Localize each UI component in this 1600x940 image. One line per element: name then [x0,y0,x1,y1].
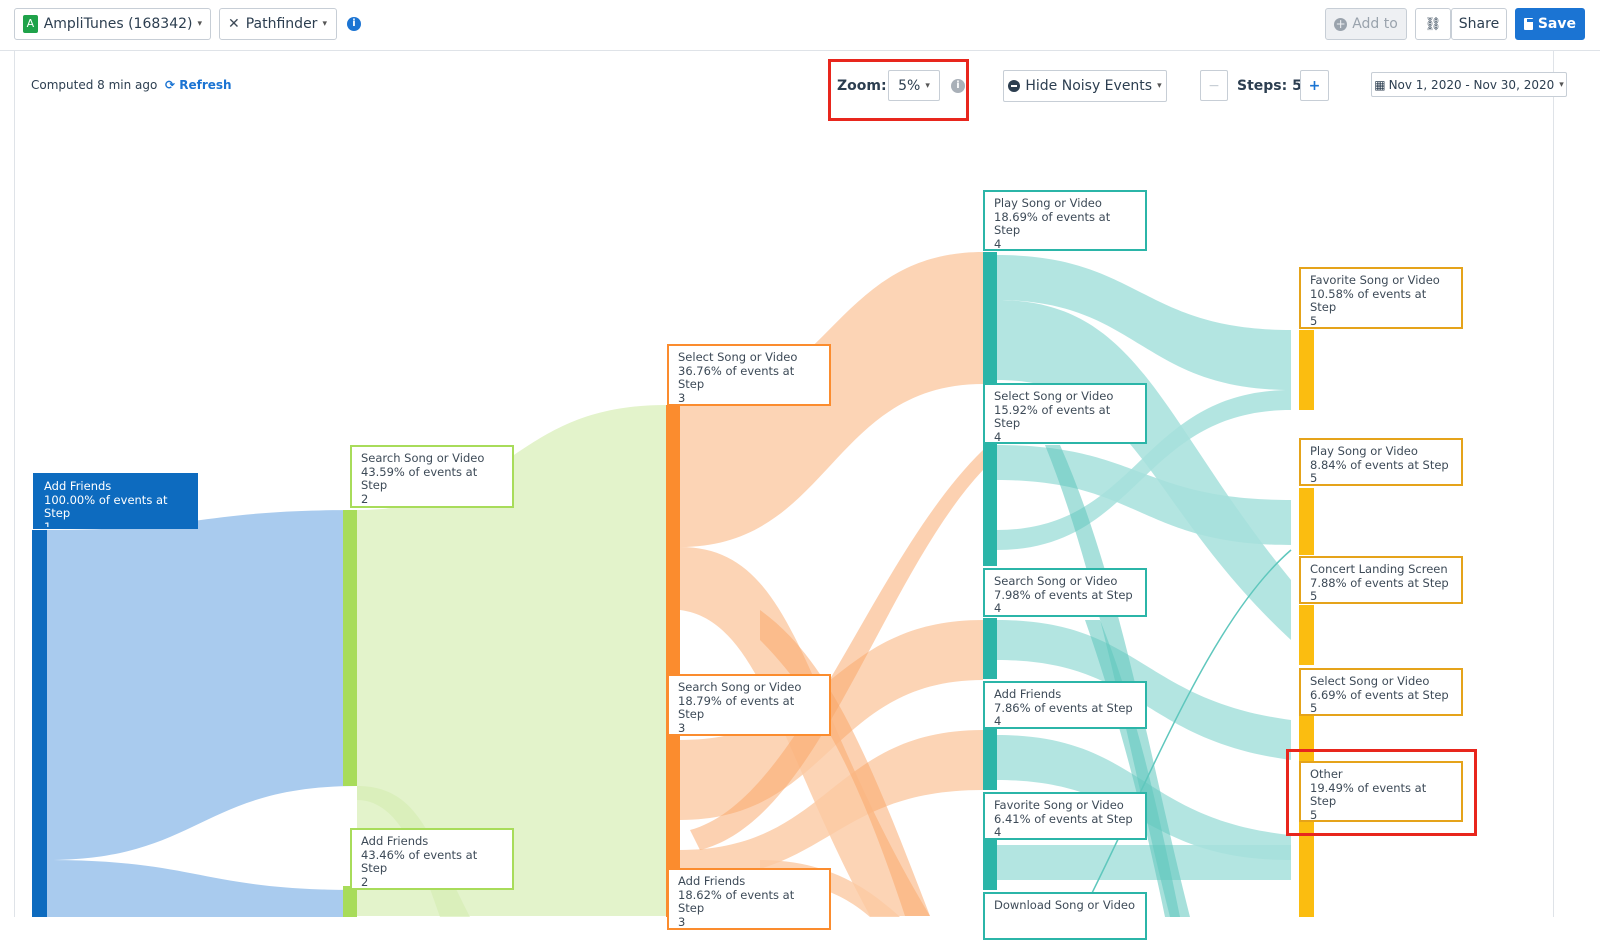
node-bar-step2 [343,886,357,917]
node-percentage: 7.88% of events at Step 5 [1310,575,1449,603]
node-percentage: 43.46% of events at Step [361,847,478,875]
node-step-number: 3 [678,390,686,405]
node-percentage: 18.79% of events at Step [678,693,795,721]
node-step3-select-song[interactable]: Select Song or Video 36.76% of events at… [667,344,831,406]
node-percentage: 43.59% of events at Step [361,464,478,492]
node-step-number: 3 [678,914,686,929]
node-percentage: 100.00% of events at Step [44,492,168,520]
node-percentage: 36.76% of events at Step [678,363,795,391]
node-event-name: Add Friends [678,874,746,888]
node-step4-download-song[interactable]: Download Song or Video [983,892,1147,940]
node-event-name: Search Song or Video [678,680,802,694]
node-bar-step3 [666,405,680,917]
node-bar-step5 [1299,605,1314,665]
node-event-name: Search Song or Video [361,451,485,465]
node-event-name: Favorite Song or Video [1310,273,1440,287]
node-step3-add-friends[interactable]: Add Friends 18.62% of events at Step 3 [667,868,831,930]
node-event-name: Select Song or Video [1310,674,1430,688]
node-step3-search-song[interactable]: Search Song or Video 18.79% of events at… [667,674,831,736]
node-event-name: Select Song or Video [678,350,798,364]
node-bar-step4 [983,729,997,790]
node-step5-select-song[interactable]: Select Song or Video 6.69% of events at … [1299,668,1463,716]
node-percentage: 6.69% of events at Step 5 [1310,687,1449,715]
node-bar-step4 [983,444,997,566]
node-step1-add-friends[interactable]: Add Friends 100.00% of events at Step 1 [33,473,198,529]
node-bar-step1 [32,530,47,917]
node-step-number: 3 [678,720,686,735]
node-step4-play-song[interactable]: Play Song or Video 18.69% of events at S… [983,190,1147,251]
node-percentage: 15.92% of events at Step [994,402,1111,430]
node-percentage: 7.98% of events at Step 4 [994,587,1133,615]
node-step4-add-friends[interactable]: Add Friends 7.86% of events at Step 4 [983,681,1147,729]
node-step-number: 2 [361,874,369,889]
node-step4-search-song[interactable]: Search Song or Video 7.98% of events at … [983,568,1147,617]
node-bar-step4 [983,618,997,679]
node-event-name: Search Song or Video [994,574,1118,588]
node-event-name: Concert Landing Screen [1310,562,1448,576]
node-event-name: Select Song or Video [994,389,1114,403]
node-step-number: 2 [361,491,369,506]
node-percentage: 18.62% of events at Step [678,887,795,915]
node-step5-play-song[interactable]: Play Song or Video 8.84% of events at St… [1299,438,1463,486]
node-percentage: 8.84% of events at Step 5 [1310,457,1449,485]
flow-link [47,510,357,860]
node-step-number: 4 [994,429,1002,444]
node-bar-step5 [1299,330,1314,410]
node-event-name: Add Friends [361,834,429,848]
node-step-number: 5 [1310,313,1318,328]
node-step-number: 1 [44,519,52,529]
node-step-number: 4 [994,236,1002,251]
node-percentage: 7.86% of events at Step 4 [994,700,1133,728]
node-event-name: Play Song or Video [994,196,1102,210]
node-event-name: Add Friends [994,687,1062,701]
other-highlight-box [1286,749,1477,836]
node-percentage: 18.69% of events at Step [994,209,1111,237]
node-percentage: 6.41% of events at Step 4 [994,811,1133,839]
node-bar-step2 [343,510,357,786]
node-step4-favorite-song[interactable]: Favorite Song or Video 6.41% of events a… [983,792,1147,840]
node-bar-step4 [983,840,997,890]
node-event-name: Favorite Song or Video [994,798,1124,812]
node-step2-add-friends[interactable]: Add Friends 43.46% of events at Step 2 [350,828,514,890]
node-step5-concert-landing[interactable]: Concert Landing Screen 7.88% of events a… [1299,556,1463,604]
node-event-name: Play Song or Video [1310,444,1418,458]
node-step2-search-song[interactable]: Search Song or Video 43.59% of events at… [350,445,514,508]
node-event-name: Download Song or Video [994,898,1136,912]
flow-link [47,860,357,917]
flow-link [997,845,1291,880]
node-percentage: 10.58% of events at Step [1310,286,1427,314]
node-event-name: Add Friends [44,479,112,493]
node-bar-step4 [983,252,997,384]
node-step4-select-song[interactable]: Select Song or Video 15.92% of events at… [983,383,1147,444]
node-step5-favorite-song[interactable]: Favorite Song or Video 10.58% of events … [1299,267,1463,329]
node-bar-step5 [1299,488,1314,555]
